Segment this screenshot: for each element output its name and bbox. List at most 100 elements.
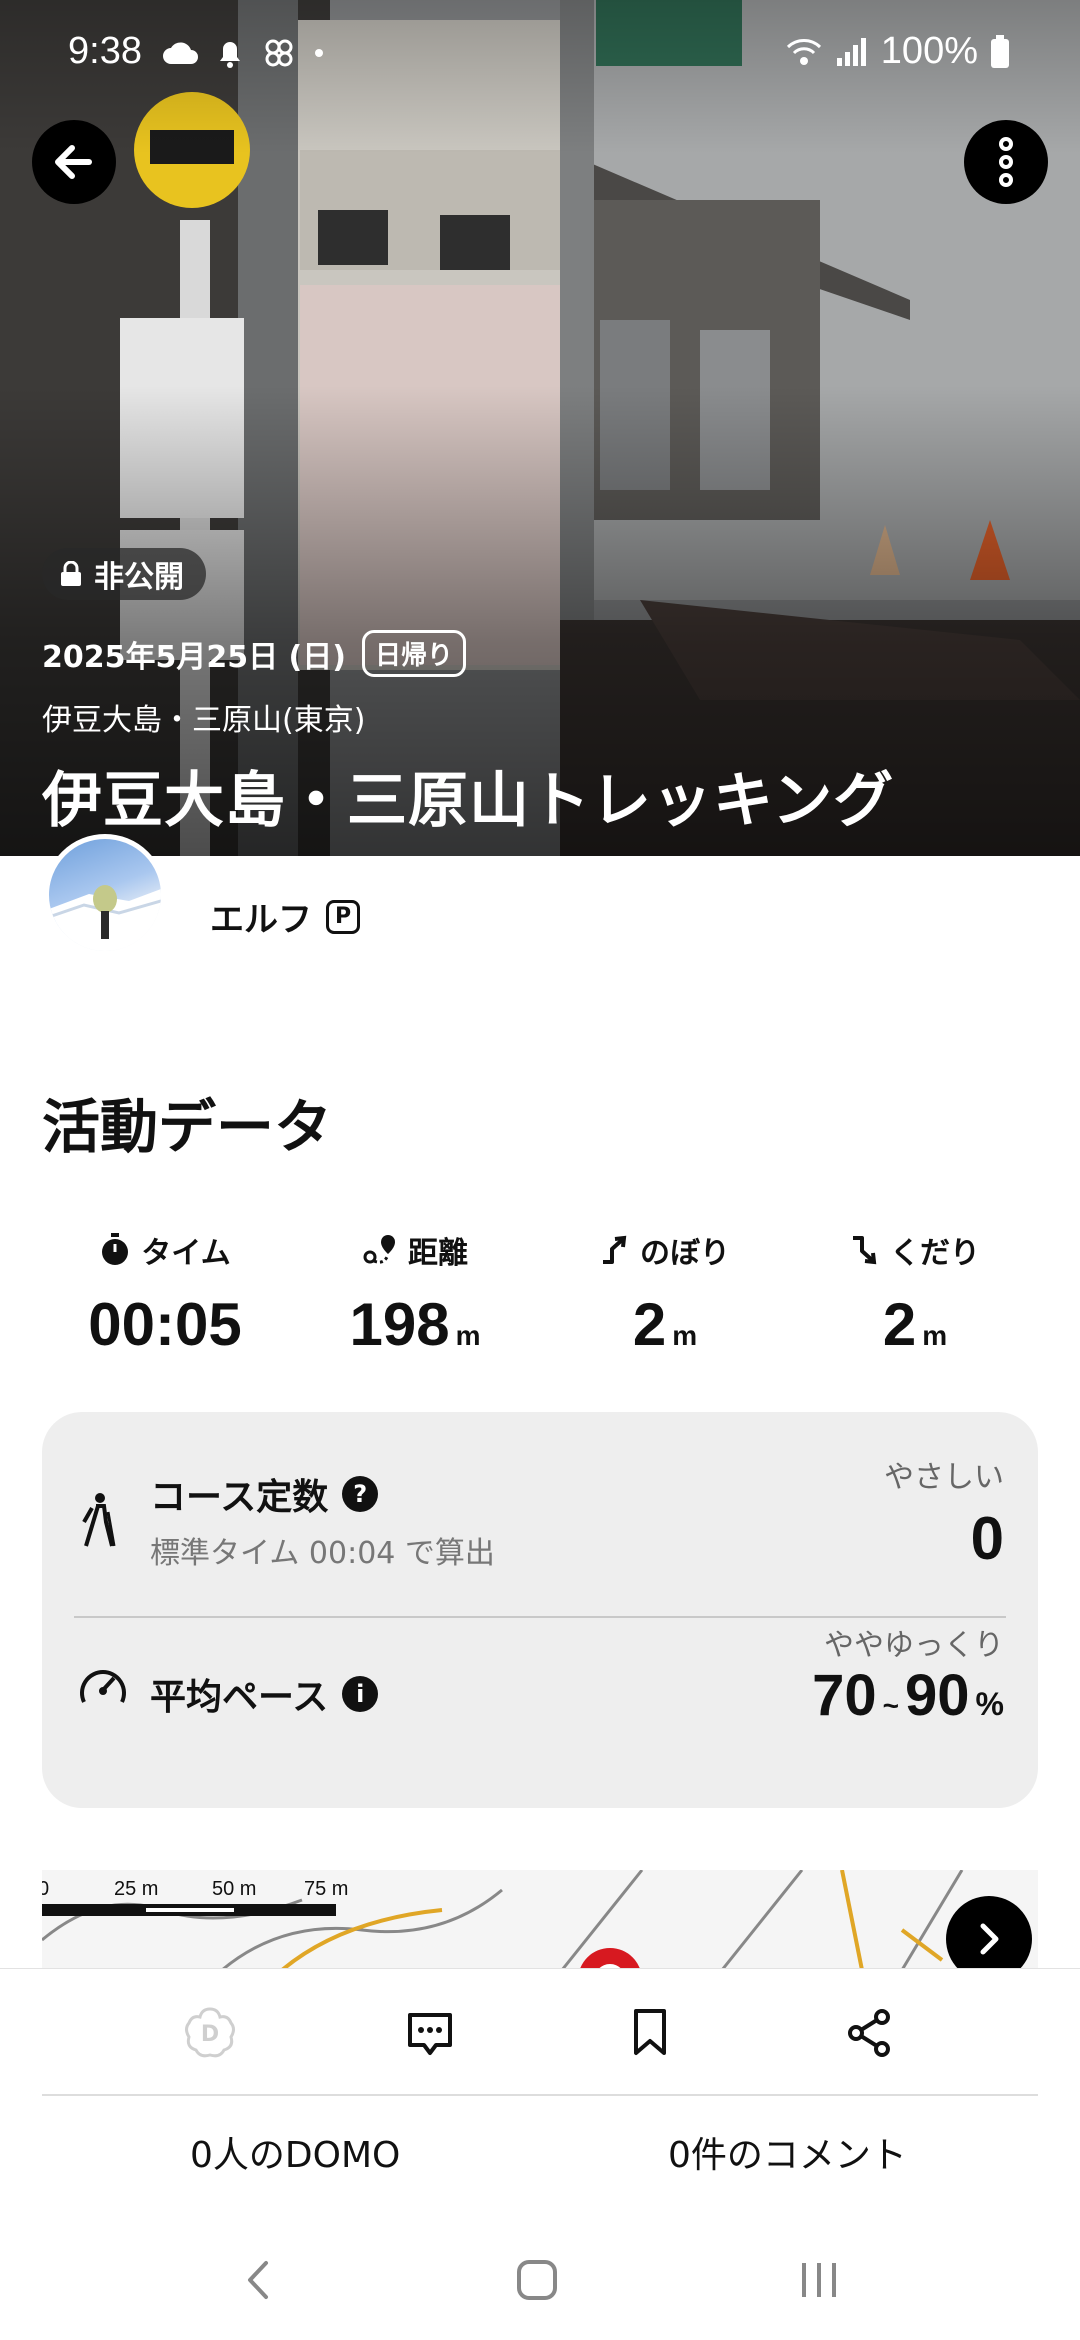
stats-row: タイム 00:05 距離 198 m のぼり 2m くだり 2m: [0, 1228, 1080, 1359]
bell-icon: [220, 42, 240, 68]
course-title: コース定数 ?: [150, 1468, 379, 1520]
avatar-image: [49, 885, 161, 951]
stat-value-number: 2: [632, 1291, 667, 1358]
stat-unit: m: [922, 1320, 948, 1351]
stat-value-number: 198: [349, 1291, 450, 1358]
avatar[interactable]: [44, 834, 166, 956]
battery-icon: [991, 34, 1009, 68]
stat-ascent: のぼり 2m: [540, 1228, 790, 1359]
bookmark-button[interactable]: [540, 1969, 760, 2096]
arrow-left-icon: [55, 145, 92, 179]
stat-label-descent: くだり: [790, 1228, 1040, 1272]
help-icon[interactable]: ?: [342, 1476, 379, 1512]
stat-label-ascent: のぼり: [540, 1228, 790, 1272]
stopwatch-icon: [102, 1233, 129, 1265]
more-options-button[interactable]: [964, 120, 1048, 204]
user-name: エルフ: [210, 900, 312, 940]
stat-unit: m: [455, 1320, 481, 1351]
status-notification-icons: [162, 36, 324, 70]
stat-distance: 距離 198 m: [290, 1228, 540, 1359]
scale-label: 0: [42, 1878, 50, 1900]
stat-value: 2m: [790, 1290, 1040, 1359]
descent-icon: [853, 1236, 877, 1265]
scale-label: 75 m: [304, 1878, 349, 1900]
lock-icon: [61, 561, 81, 586]
pace-value: 70 ~90%: [812, 1662, 1004, 1729]
stat-value: 2m: [540, 1290, 790, 1359]
route-icon: [363, 1235, 395, 1264]
activity-date: 2025年5月25日 (日): [42, 639, 346, 675]
hiker-icon: [82, 1493, 116, 1547]
pace-high: 90: [905, 1663, 970, 1728]
system-nav-bar: [0, 2220, 1080, 2340]
pace-separator: ~: [882, 1690, 900, 1721]
back-button[interactable]: [32, 120, 116, 204]
course-difficulty: やさしい: [884, 1460, 1004, 1495]
privacy-badge: 非公開: [42, 548, 206, 600]
pace-low: 70: [812, 1663, 877, 1728]
action-divider: [42, 2094, 1038, 2096]
stat-value-number: 00:05: [88, 1291, 242, 1358]
ascent-icon: [603, 1235, 627, 1264]
comment-button[interactable]: [320, 1969, 540, 2096]
pace-title: 平均ペース i: [150, 1668, 379, 1720]
user-name-row[interactable]: エルフ P: [210, 892, 360, 941]
status-system-icons: 100%: [785, 30, 1010, 73]
share-button[interactable]: [760, 1969, 980, 2096]
activity-title: 伊豆大島・三原山トレッキング: [42, 766, 895, 836]
nav-recents-icon[interactable]: [796, 2257, 842, 2303]
chevron-right-icon: [980, 1923, 999, 1955]
stat-label-text: 距離: [408, 1236, 468, 1271]
stat-descent: くだり 2m: [790, 1228, 1040, 1359]
dot-icon: [315, 49, 323, 57]
more-vertical-icon: [999, 137, 1013, 187]
map-roads: [42, 1870, 964, 1970]
nav-back-icon[interactable]: [238, 2255, 278, 2305]
signal-icon: [836, 37, 866, 66]
stat-label-text: タイム: [141, 1236, 231, 1271]
reaction-counts: 0人のDOMO 0件のコメント: [0, 2126, 1080, 2186]
route-map[interactable]: 0 25 m 50 m 75 m: [42, 1870, 1038, 1970]
area-label[interactable]: 伊豆大島・三原山(東京): [42, 695, 466, 739]
comment-icon: [408, 2012, 452, 2055]
scale-label: 50 m: [212, 1878, 257, 1900]
domo-icon: D: [185, 2006, 235, 2057]
domo-button[interactable]: D: [100, 1969, 320, 2096]
course-constant-row[interactable]: コース定数 ? 標準タイム 00:04 で算出 やさしい 0: [42, 1412, 1038, 1618]
trip-type-badge: 日帰り: [361, 630, 466, 677]
course-subtitle: 標準タイム 00:04 で算出: [150, 1536, 495, 1571]
privacy-label: 非公開: [94, 560, 184, 595]
info-icon[interactable]: i: [342, 1676, 379, 1712]
section-title: 活動データ: [42, 1093, 333, 1161]
stat-value: 00:05: [40, 1290, 290, 1359]
pace-title-text: 平均ペース: [150, 1677, 329, 1718]
course-title-text: コース定数: [150, 1477, 329, 1518]
nav-home-icon[interactable]: [514, 2257, 560, 2303]
date-row: 2025年5月25日 (日) 日帰り: [42, 630, 466, 677]
status-bar: 9:38 100%: [0, 0, 1080, 110]
battery-text: 100%: [880, 30, 978, 72]
cloud-icon: [163, 42, 198, 64]
domo-count[interactable]: 0人のDOMO: [190, 2126, 400, 2178]
bookmark-icon: [634, 2008, 666, 2055]
wifi-icon: [786, 38, 821, 65]
status-time: 9:38: [68, 30, 142, 72]
stat-label-time: タイム: [40, 1228, 290, 1272]
stat-label-text: のぼり: [640, 1236, 730, 1271]
average-pace-row[interactable]: 平均ペース i ややゆっくり 70 ~90%: [42, 1618, 1038, 1808]
pace-unit: %: [975, 1686, 1004, 1722]
comment-count[interactable]: 0件のコメント: [668, 2126, 907, 2178]
svg-text:D: D: [201, 2022, 219, 2047]
map-scale-bar: [42, 1904, 336, 1916]
course-value: 0: [970, 1505, 1004, 1572]
share-icon: [848, 2008, 890, 2057]
pace-label: ややゆっくり: [824, 1628, 1004, 1663]
stat-value: 198 m: [290, 1290, 540, 1359]
stat-time: タイム 00:05: [40, 1228, 290, 1359]
course-pace-card: コース定数 ? 標準タイム 00:04 で算出 やさしい 0 平均ペース i や…: [42, 1412, 1038, 1808]
map-start-marker: [579, 1948, 641, 1970]
action-bar: D: [0, 1968, 1080, 2096]
speedometer-icon: [80, 1670, 126, 1703]
stat-value-number: 2: [882, 1291, 917, 1358]
scale-label: 25 m: [114, 1878, 159, 1900]
